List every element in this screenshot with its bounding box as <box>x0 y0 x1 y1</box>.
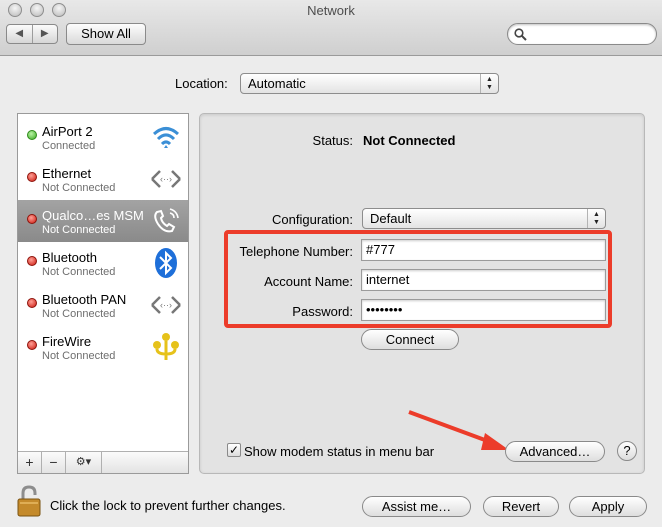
service-item-firewire[interactable]: FireWire Not Connected <box>18 326 188 368</box>
status-indicator <box>27 172 37 182</box>
password-label: Password: <box>292 304 353 319</box>
search-icon <box>514 28 527 41</box>
service-item-airport[interactable]: AirPort 2 Connected <box>18 116 188 158</box>
configuration-label: Configuration: <box>272 212 353 227</box>
lock-icon[interactable] <box>15 484 43 518</box>
service-status: Not Connected <box>42 350 116 362</box>
account-name-field[interactable]: internet <box>361 269 606 291</box>
svg-text:‹··›: ‹··› <box>160 174 172 184</box>
status-label: Status: <box>312 133 353 148</box>
lock-message: Click the lock to prevent further change… <box>50 498 286 513</box>
remove-service-button[interactable]: − <box>42 452 66 473</box>
show-modem-status-label: Show modem status in menu bar <box>244 444 435 459</box>
service-item-ethernet[interactable]: Ethernet Not Connected ‹··› <box>18 158 188 200</box>
window-title: Network <box>307 3 355 18</box>
assist-me-button[interactable]: Assist me… <box>362 496 471 517</box>
status-value: Not Connected <box>363 133 456 148</box>
service-status: Not Connected <box>42 308 116 320</box>
action-menu-gear-icon[interactable]: ⚙▾ <box>66 452 102 473</box>
show-modem-status-checkbox[interactable]: ✓ <box>227 443 241 457</box>
ethernet-arrows-icon: ‹··› <box>151 170 181 188</box>
service-list: AirPort 2 Connected Ethernet Not Connect… <box>17 113 189 474</box>
service-name: Qualco…es MSM <box>42 208 144 223</box>
connect-button[interactable]: Connect <box>361 329 459 350</box>
service-status: Not Connected <box>42 266 116 278</box>
service-status: Not Connected <box>42 224 116 236</box>
location-value: Automatic <box>248 76 306 91</box>
telephone-number-field[interactable]: #777 <box>361 239 606 261</box>
apply-button[interactable]: Apply <box>569 496 647 517</box>
service-status: Connected <box>42 140 96 152</box>
service-item-bluetooth-pan[interactable]: Bluetooth PAN Not Connected ‹··› <box>18 284 188 326</box>
service-name: Bluetooth <box>42 250 97 265</box>
help-button[interactable]: ? <box>617 441 637 461</box>
location-label: Location: <box>175 76 228 91</box>
status-indicator <box>27 130 37 140</box>
telephone-number-label: Telephone Number: <box>239 244 353 259</box>
service-list-toolbar: + − ⚙▾ <box>18 451 188 473</box>
password-field[interactable]: •••••••• <box>361 299 606 321</box>
revert-button[interactable]: Revert <box>483 496 559 517</box>
bluetooth-icon <box>155 248 177 278</box>
status-indicator <box>27 340 37 350</box>
service-name: Ethernet <box>42 166 92 181</box>
location-popup[interactable]: Automatic ▲ ▼ <box>240 73 499 94</box>
add-service-button[interactable]: + <box>18 452 42 473</box>
configuration-popup[interactable]: Default ▲ ▼ <box>362 208 606 229</box>
advanced-button[interactable]: Advanced… <box>505 441 605 462</box>
service-item-bluetooth[interactable]: Bluetooth Not Connected <box>18 242 188 284</box>
status-indicator <box>27 256 37 266</box>
account-name-label: Account Name: <box>264 274 353 289</box>
service-name: FireWire <box>42 334 92 349</box>
service-item-qualcomm-modem[interactable]: Qualco…es MSM Not Connected <box>18 200 188 242</box>
service-name: Bluetooth PAN <box>42 292 127 307</box>
popup-arrows-icon: ▲ ▼ <box>587 209 605 228</box>
search-input[interactable] <box>507 23 657 45</box>
popup-arrows-icon: ▲ ▼ <box>480 74 498 93</box>
show-all-button[interactable]: Show All <box>66 23 146 45</box>
status-indicator <box>27 214 37 224</box>
service-name: AirPort 2 <box>42 124 93 139</box>
ethernet-arrows-icon: ‹··› <box>151 296 181 314</box>
airport-wifi-icon <box>152 127 180 148</box>
modem-phone-icon <box>154 208 179 233</box>
forward-arrow-icon[interactable]: ▶ <box>33 25 58 43</box>
firewire-icon <box>153 333 179 360</box>
window-toolbar: Network ◀ ▶ Show All <box>0 0 662 56</box>
back-forward-control: ◀ ▶ <box>6 24 58 44</box>
configuration-value: Default <box>370 211 412 226</box>
svg-text:‹··›: ‹··› <box>160 300 172 310</box>
status-indicator <box>27 298 37 308</box>
service-status: Not Connected <box>42 182 116 194</box>
back-arrow-icon[interactable]: ◀ <box>7 25 33 43</box>
